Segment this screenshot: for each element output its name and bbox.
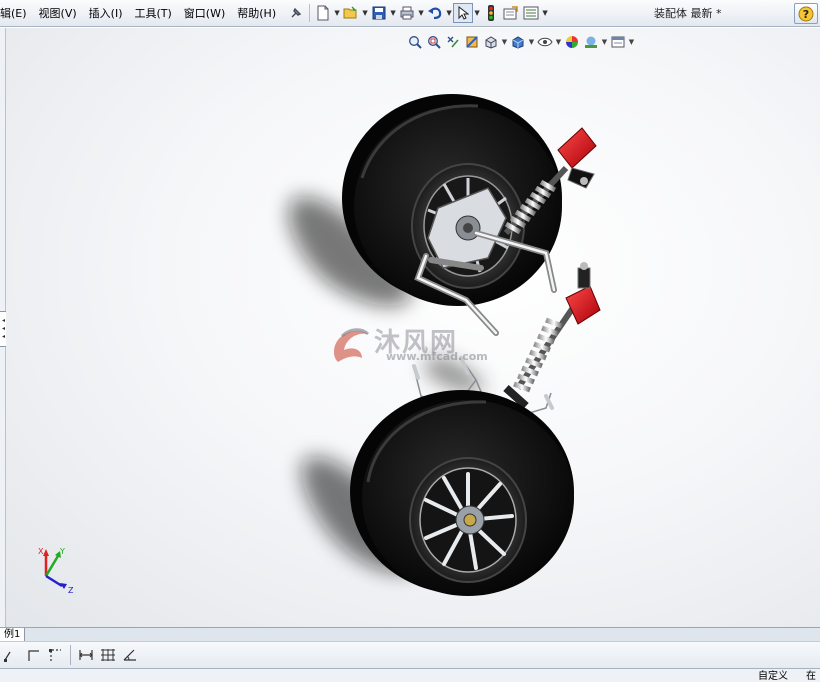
graphics-area[interactable]: ▼ ▼ ▼ ▼ ▼ 沐风网 www.mfcad.com X Y Z [6, 28, 820, 627]
new-dropdown-arrow[interactable]: ▼ [333, 3, 341, 23]
svg-text:?: ? [803, 8, 809, 21]
select-pointer-icon[interactable] [453, 3, 474, 23]
chevron-left-icon: ◂ [1, 333, 5, 340]
triad-z-label: Z [68, 586, 74, 595]
triad-x-label: X [38, 547, 44, 556]
print-icon[interactable] [397, 3, 417, 23]
pin-icon[interactable] [286, 3, 306, 23]
open-folder-icon[interactable] [341, 3, 361, 23]
sketch-centerline-icon[interactable] [44, 644, 66, 666]
sketch-line-icon[interactable] [0, 644, 22, 666]
toolbar-separator [70, 645, 71, 665]
smart-dimension-icon[interactable] [75, 644, 97, 666]
sketch-toolbar [0, 641, 820, 669]
open-dropdown-arrow[interactable]: ▼ [361, 3, 369, 23]
chevron-left-icon: ◂ [1, 325, 5, 332]
undo-dropdown-arrow[interactable]: ▼ [445, 3, 453, 23]
save-icon[interactable] [369, 3, 389, 23]
angle-icon[interactable] [119, 644, 141, 666]
model-tab-bar: 例1 [0, 627, 820, 642]
toolbar-separator [309, 4, 311, 22]
standard-toolbar: ▼ ▼ ▼ ▼ ▼ ▼ ▼ [286, 0, 549, 27]
menu-bar: 辑(E) 视图(V) 插入(I) 工具(T) 窗口(W) 帮助(H) ▼ ▼ ▼… [0, 0, 820, 27]
menu-window[interactable]: 窗口(W) [178, 0, 231, 27]
menu-help[interactable]: 帮助(H) [231, 0, 282, 27]
menu-tools[interactable]: 工具(T) [128, 0, 177, 27]
document-title: 装配体 最新 * [654, 7, 722, 20]
options-icon[interactable] [521, 3, 541, 23]
file-properties-icon[interactable] [501, 3, 521, 23]
help-icon[interactable]: ? [794, 3, 818, 24]
watermark-url: www.mfcad.com [386, 350, 488, 363]
menu-edit[interactable]: 辑(E) [0, 0, 33, 27]
undo-icon[interactable] [425, 3, 445, 23]
print-dropdown-arrow[interactable]: ▼ [417, 3, 425, 23]
reference-triad: X Y Z [38, 547, 74, 595]
save-dropdown-arrow[interactable]: ▼ [389, 3, 397, 23]
watermark: 沐风网 www.mfcad.com [328, 320, 498, 368]
chevron-left-icon: ◂ [1, 317, 5, 324]
grid-icon[interactable] [97, 644, 119, 666]
select-dropdown-arrow[interactable]: ▼ [473, 3, 481, 23]
menu-view[interactable]: 视图(V) [33, 0, 83, 27]
sketch-corner-icon[interactable] [22, 644, 44, 666]
menu-insert[interactable]: 插入(I) [83, 0, 129, 27]
status-bar: 自定义 在 [0, 669, 820, 682]
status-units[interactable]: 自定义 [758, 670, 788, 682]
options-dropdown-arrow[interactable]: ▼ [541, 3, 549, 23]
new-document-icon[interactable] [313, 3, 333, 23]
triad-y-label: Y [59, 547, 65, 556]
status-extra: 在 [806, 671, 816, 682]
watermark-logo-icon [334, 328, 370, 362]
rebuild-traffic-light-icon[interactable] [481, 3, 501, 23]
tab-model[interactable]: 例1 [0, 628, 26, 642]
